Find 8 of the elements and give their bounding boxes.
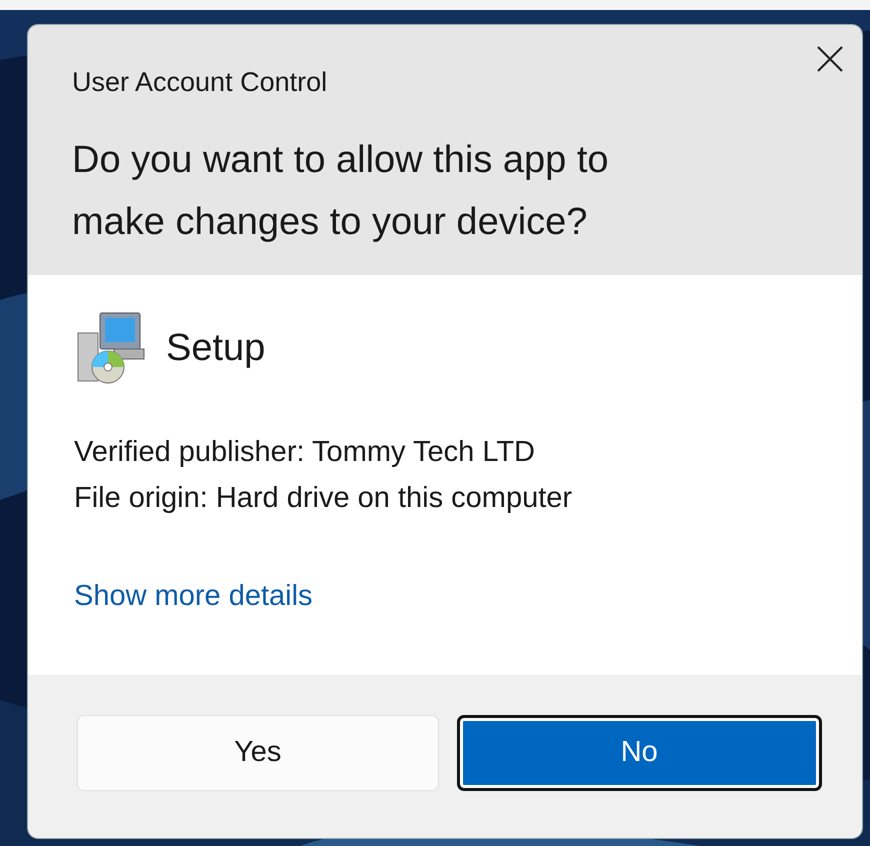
detail-text: Verified publisher: Tommy Tech LTD [74,435,536,470]
dialog-title: User Account Control [72,66,328,99]
app-name: Setup [166,326,266,370]
dialog-question: Do you want to allow this app to make changes to your device? [72,138,610,245]
detail-text: File origin: Hard drive on this computer [74,481,574,516]
yes-button[interactable]: Yes [77,714,438,790]
no-button[interactable]: No [456,714,822,790]
show-details-link[interactable]: Show more details [74,575,313,618]
